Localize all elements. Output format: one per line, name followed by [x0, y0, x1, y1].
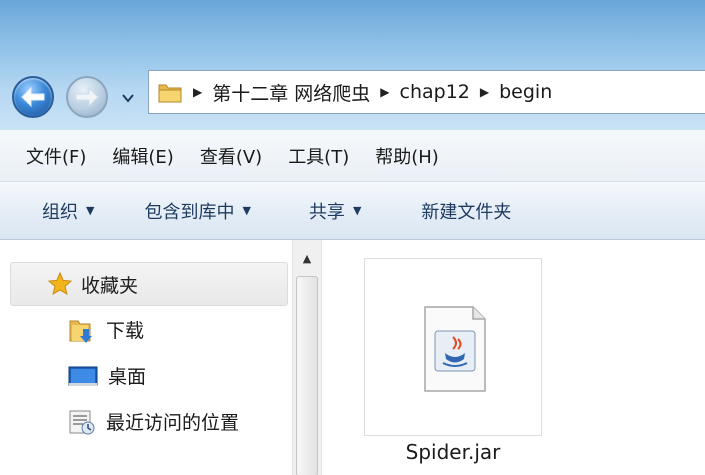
nav-item-label: 最近访问的位置	[106, 412, 240, 434]
breadcrumb-separator[interactable]: ▶	[193, 85, 202, 99]
navigation-pane: 收藏夹 下载 桌面 最近访问的位置	[0, 240, 290, 475]
nav-item-label: 桌面	[108, 366, 147, 388]
menu-tools[interactable]: 工具(T)	[288, 143, 349, 169]
new-folder-button[interactable]: 新建文件夹	[421, 198, 511, 224]
organize-button[interactable]: 组织 ▼	[42, 198, 94, 224]
breadcrumb-separator[interactable]: ▶	[480, 85, 489, 99]
share-label: 共享	[308, 201, 345, 223]
menu-view[interactable]: 查看(V)	[200, 143, 262, 169]
recent-places-icon	[69, 410, 95, 434]
forward-arrow-icon	[75, 86, 99, 108]
breadcrumb-separator[interactable]: ▶	[380, 85, 389, 99]
nav-favorites-label: 收藏夹	[81, 274, 139, 297]
scroll-thumb[interactable]	[296, 276, 318, 475]
new-folder-label: 新建文件夹	[421, 201, 512, 223]
address-bar[interactable]: ▶ 第十二章 网络爬虫 ▶ chap12 ▶ begin	[148, 70, 705, 114]
file-item-spider-jar[interactable]	[364, 258, 542, 436]
folder-icon	[157, 80, 183, 104]
command-bar: 组织 ▼ 包含到库中 ▼ 共享 ▼ 新建文件夹	[0, 182, 705, 240]
caret-down-icon: ▼	[86, 204, 95, 217]
downloads-folder-icon	[69, 320, 92, 343]
forward-button[interactable]	[66, 76, 108, 118]
organize-label: 组织	[42, 201, 78, 223]
share-button[interactable]: 共享 ▼	[309, 198, 361, 224]
nav-item-downloads[interactable]: 下载	[68, 316, 144, 343]
file-name[interactable]: Spider.jar	[364, 440, 542, 464]
breadcrumb-item[interactable]: 第十二章 网络爬虫	[212, 79, 370, 106]
java-jar-icon	[424, 306, 486, 392]
nav-item-desktop[interactable]: 桌面	[68, 362, 146, 389]
nav-item-recent-places[interactable]: 最近访问的位置	[68, 408, 239, 435]
breadcrumb-item[interactable]: begin	[499, 81, 552, 103]
include-in-library-button[interactable]: 包含到库中 ▼	[144, 198, 250, 224]
explorer-window: ▶ 第十二章 网络爬虫 ▶ chap12 ▶ begin 文件(F) 编辑(E)…	[0, 0, 705, 475]
recent-pages-button[interactable]	[118, 90, 138, 106]
back-arrow-icon	[21, 86, 45, 108]
caret-down-icon: ▼	[242, 204, 251, 217]
include-in-library-label: 包含到库中	[144, 201, 235, 223]
scroll-up-button[interactable]: ▲	[293, 246, 321, 270]
menu-file[interactable]: 文件(F)	[26, 143, 86, 169]
chevron-down-icon	[122, 94, 134, 103]
navpane-scrollbar[interactable]: ▲	[292, 240, 322, 475]
back-button[interactable]	[12, 76, 54, 118]
caret-down-icon: ▼	[352, 204, 362, 217]
nav-favorites[interactable]: 收藏夹	[10, 262, 288, 306]
menu-bar: 文件(F) 编辑(E) 查看(V) 工具(T) 帮助(H)	[0, 130, 705, 182]
breadcrumb-item[interactable]: chap12	[400, 81, 470, 103]
file-list: Spider.jar	[322, 240, 705, 475]
title-bar: ▶ 第十二章 网络爬虫 ▶ chap12 ▶ begin	[0, 0, 705, 130]
menu-edit[interactable]: 编辑(E)	[112, 143, 173, 169]
desktop-icon	[68, 366, 98, 386]
star-icon	[47, 271, 73, 296]
nav-item-label: 下载	[106, 320, 145, 342]
menu-help[interactable]: 帮助(H)	[375, 143, 439, 169]
